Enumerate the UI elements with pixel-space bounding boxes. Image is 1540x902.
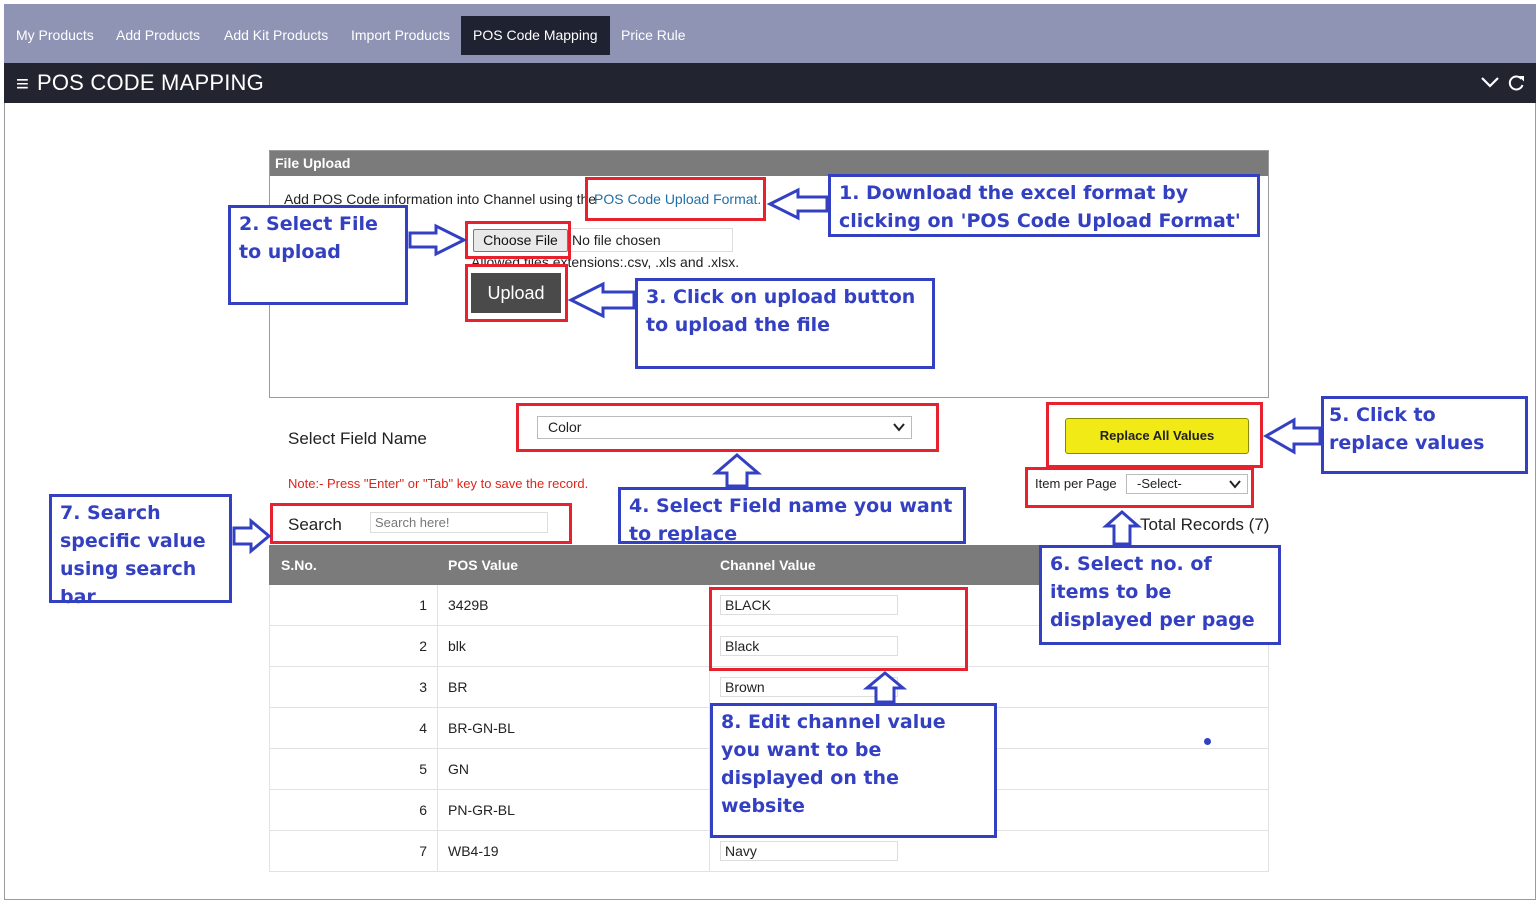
callout-step-7: 7. Search specific value using search ba…	[49, 494, 232, 608]
save-record-note: Note:- Press "Enter" or "Tab" key to sav…	[288, 476, 589, 491]
row-sno: 4	[270, 708, 438, 748]
col-channel-value: Channel Value	[720, 557, 816, 573]
chevron-down-icon[interactable]	[1479, 69, 1501, 93]
callout-step-4: 4. Select Field name you want to replace	[618, 487, 966, 545]
row-pos-value: WB4-19	[438, 831, 710, 871]
tab-add-kit-products[interactable]: Add Kit Products	[212, 16, 340, 55]
row-sno: 5	[270, 749, 438, 789]
total-records: Total Records (7)	[1140, 515, 1270, 534]
row-pos-value: BR	[438, 667, 710, 707]
highlight-search	[270, 503, 572, 544]
tab-add-products[interactable]: Add Products	[104, 16, 212, 55]
row-pos-value: GN	[438, 749, 710, 789]
highlight-choose-file	[465, 221, 571, 259]
channel-value-input[interactable]: Navy	[720, 841, 898, 861]
tab-price-rule[interactable]: Price Rule	[609, 16, 698, 55]
row-pos-value: 3429B	[438, 585, 710, 625]
col-sno: S.No.	[281, 557, 317, 573]
highlight-upload	[465, 264, 568, 322]
row-pos-value: blk	[438, 626, 710, 666]
callout-step-6: 6. Select no. of items to be displayed p…	[1039, 545, 1281, 645]
callout-step-1: 1. Download the excel format by clicking…	[828, 174, 1260, 237]
row-sno: 7	[270, 831, 438, 871]
top-tab-bar: My Products Add Products Add Kit Product…	[4, 4, 1536, 63]
highlight-field-select	[516, 403, 939, 452]
tab-import-products[interactable]: Import Products	[339, 16, 462, 55]
callout-step-2: 2. Select File to upload	[228, 205, 408, 305]
highlight-channel-values	[709, 587, 968, 671]
row-sno: 3	[270, 667, 438, 707]
highlight-replace-button	[1046, 402, 1263, 468]
col-pos-value: POS Value	[448, 557, 519, 573]
tab-my-products[interactable]: My Products	[4, 16, 106, 55]
row-pos-value: BR-GN-BL	[438, 708, 710, 748]
highlight-items-per-page	[1025, 467, 1254, 508]
row-pos-value: PN-GR-BL	[438, 790, 710, 830]
page-header: ≡ POS CODE MAPPING	[4, 63, 1536, 103]
menu-icon[interactable]: ≡	[16, 72, 29, 96]
callout-step-3: 3. Click on upload button to upload the …	[635, 278, 935, 369]
highlight-format-link	[585, 177, 766, 221]
cursor-dot	[1204, 738, 1211, 745]
table-row: 3 BR Brown	[269, 667, 1269, 708]
select-field-label: Select Field Name	[288, 429, 427, 448]
callout-step-8: 8. Edit channel value you want to be dis…	[710, 703, 997, 838]
row-sno: 6	[270, 790, 438, 830]
refresh-icon[interactable]	[1506, 73, 1526, 93]
page-title: POS CODE MAPPING	[37, 70, 264, 95]
row-sno: 2	[270, 626, 438, 666]
file-upload-title: File Upload	[270, 151, 1268, 176]
callout-step-5: 5. Click to replace values	[1321, 396, 1528, 474]
row-sno: 1	[270, 585, 438, 625]
tab-pos-code-mapping[interactable]: POS Code Mapping	[461, 16, 610, 55]
channel-value-input[interactable]: Brown	[720, 677, 898, 697]
file-status-text: No file chosen	[568, 228, 733, 252]
